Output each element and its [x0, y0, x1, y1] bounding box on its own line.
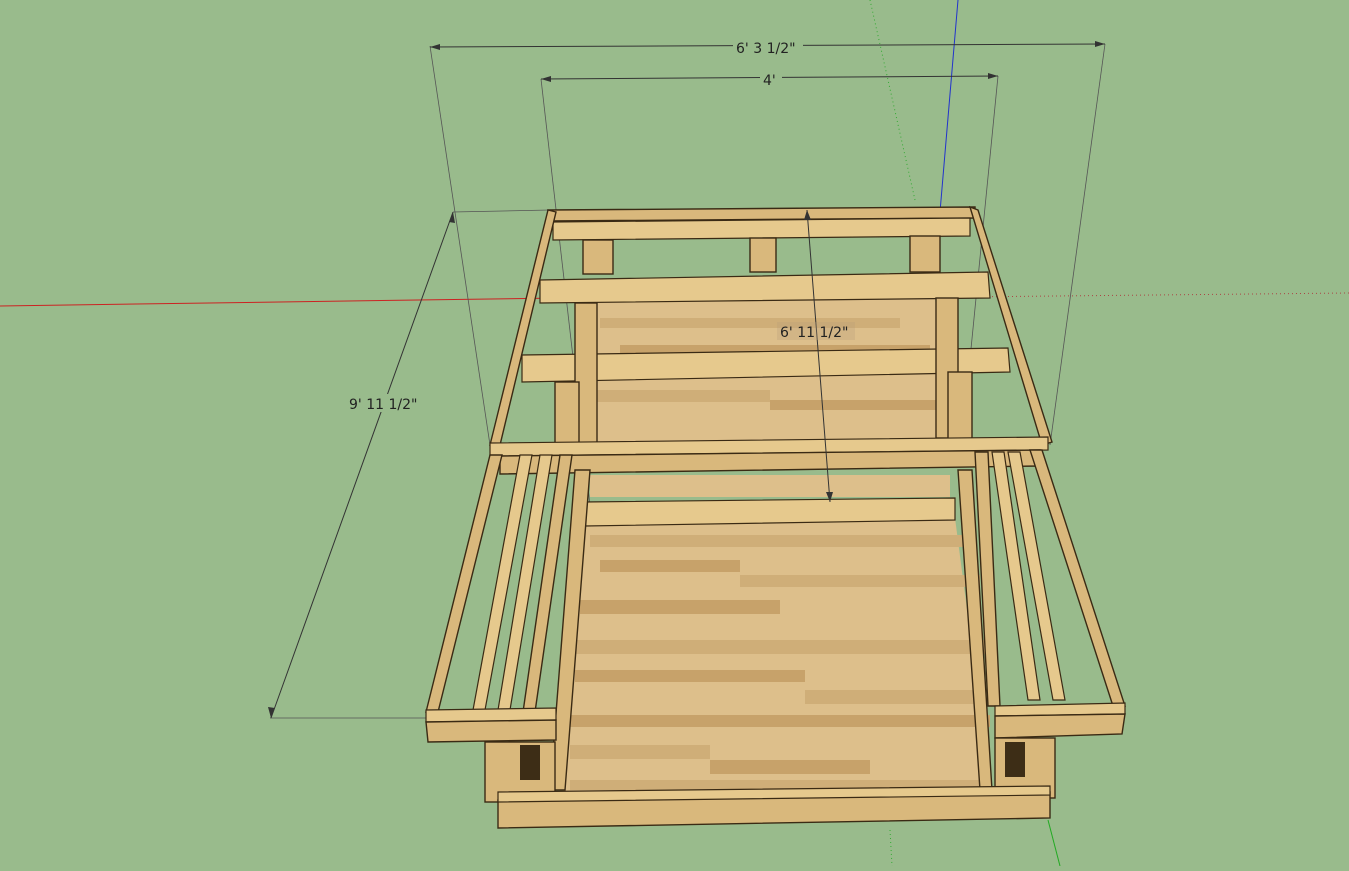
red-axis-dotted — [959, 292, 1349, 298]
blue-axis — [939, 0, 959, 213]
dimension-overall-length[interactable]: 9' 11 1/2" — [349, 397, 417, 413]
green-axis-lower-dotted — [889, 829, 893, 867]
dimension-inner-width[interactable]: 4' — [763, 73, 776, 89]
dimension-overall-width[interactable]: 6' 3 1/2" — [736, 41, 796, 57]
red-axis — [0, 297, 561, 307]
bed-frame-model[interactable] — [425, 205, 1126, 829]
dimension-inner-length[interactable]: 6' 11 1/2" — [780, 325, 848, 341]
green-axis — [1047, 819, 1061, 867]
green-axis-dotted — [869, 0, 916, 201]
model-canvas[interactable]: 6' 3 1/2" 4' 6' 11 1/2" 9' 11 1/2" — [0, 0, 1349, 867]
sketchup-viewport[interactable]: 6' 3 1/2" 4' 6' 11 1/2" 9' 11 1/2" — [0, 0, 1349, 867]
